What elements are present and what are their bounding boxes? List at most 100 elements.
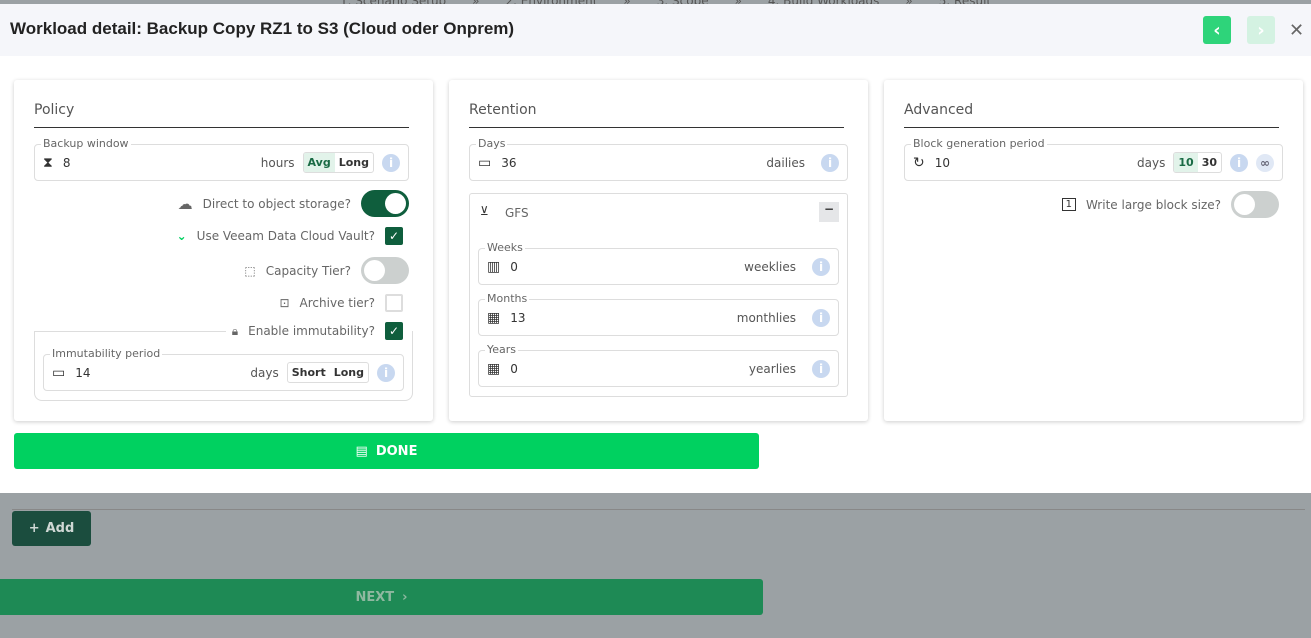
divider xyxy=(34,331,230,332)
divider xyxy=(469,127,844,128)
gfs-icon: ⊻ xyxy=(480,204,489,218)
done-button[interactable]: ▤ DONE xyxy=(14,433,759,469)
field-label: Days xyxy=(476,137,508,150)
months-input[interactable]: 13 xyxy=(510,311,737,325)
info-icon[interactable]: i xyxy=(377,363,395,382)
info-icon[interactable]: i xyxy=(812,257,830,276)
plus-icon: + xyxy=(28,521,40,536)
block-generation-input[interactable]: 10 xyxy=(935,156,1137,170)
panel-title: Retention xyxy=(469,102,537,118)
checkbox-label: Archive tier? xyxy=(299,296,375,310)
divider xyxy=(34,127,409,128)
lock-icon: 🔒︎ xyxy=(231,323,239,338)
days-input[interactable]: 36 xyxy=(501,156,766,170)
unit-label: days xyxy=(250,365,279,380)
info-icon[interactable]: i xyxy=(812,308,830,327)
preset-long[interactable]: Long xyxy=(330,363,368,382)
years-input[interactable]: 0 xyxy=(510,362,749,376)
backup-window-field[interactable]: Backup window ⧗ 8 hours Avg Long i xyxy=(34,137,409,181)
replay-10-icon: ↻ xyxy=(913,154,925,171)
year-calendar-icon: ▦ xyxy=(487,360,501,377)
veeam-logo-icon: ⌄ xyxy=(176,229,187,243)
vdc-vault-checkbox[interactable]: ✓ xyxy=(385,227,403,245)
preset-long[interactable]: Long xyxy=(335,153,373,172)
calendar-icon: ▭ xyxy=(478,154,492,171)
cloud-icon: ☁ xyxy=(177,194,193,213)
toggle-label: Write large block size? xyxy=(1085,197,1221,212)
prev-button[interactable]: ‹ xyxy=(1203,16,1231,44)
immutability-period-input[interactable]: 14 xyxy=(75,366,250,380)
month-calendar-icon: ▦ xyxy=(487,309,501,326)
block-generation-field[interactable]: Block generation period ↻ 10 days 10 30 i… xyxy=(904,137,1283,181)
calendar-icon: ▭ xyxy=(52,364,66,381)
retention-panel: Retention Days ▭ 36 dailies i ⊻ GFS − We… xyxy=(449,80,868,421)
unit-label: hours xyxy=(260,155,295,170)
unit-label: days xyxy=(1137,155,1166,170)
preset-toggle: 10 30 xyxy=(1173,152,1222,173)
field-label: Years xyxy=(485,343,519,356)
toggle-label: Direct to object storage? xyxy=(202,196,351,211)
preset-10[interactable]: 10 xyxy=(1174,153,1198,172)
add-label: Add xyxy=(45,521,75,536)
weeks-field[interactable]: Weeks ▥ 0 weeklies i xyxy=(478,241,839,285)
capacity-tier-row: ⬚ Capacity Tier? xyxy=(244,257,409,284)
preset-30[interactable]: 30 xyxy=(1198,153,1221,172)
immutability-checkbox[interactable]: ✓ xyxy=(385,322,403,340)
info-icon[interactable]: i xyxy=(821,153,839,172)
immutability-row: 🔒︎ Enable immutability? ✓ xyxy=(225,322,403,340)
close-icon[interactable]: ✕ xyxy=(1289,20,1304,41)
preset-toggle: Avg Long xyxy=(302,152,374,173)
field-label: Weeks xyxy=(485,241,525,254)
policy-panel: Policy Backup window ⧗ 8 hours Avg Long i… xyxy=(14,80,433,421)
next-label: NEXT xyxy=(355,589,395,605)
days-field[interactable]: Days ▭ 36 dailies i xyxy=(469,137,848,181)
unit-label: weeklies xyxy=(744,259,796,274)
chevron-right-icon: › xyxy=(402,589,408,605)
direct-to-object-row: ☁ Direct to object storage? xyxy=(178,190,409,217)
weeks-input[interactable]: 0 xyxy=(510,260,744,274)
panel-title: Policy xyxy=(34,102,75,118)
years-field[interactable]: Years ▦ 0 yearlies i xyxy=(478,343,839,387)
modal-header: Workload detail: Backup Copy RZ1 to S3 (… xyxy=(0,4,1311,56)
field-label: Backup window xyxy=(41,137,131,150)
checkbox-label: Use Veeam Data Cloud Vault? xyxy=(196,229,375,243)
unit-label: monthlies xyxy=(736,310,796,325)
gfs-label: GFS xyxy=(505,206,529,220)
hourglass-icon: ⧗ xyxy=(43,154,53,171)
next-button[interactable]: NEXT › xyxy=(0,579,763,615)
panel-title: Advanced xyxy=(904,102,974,118)
week-calendar-icon: ▥ xyxy=(487,258,501,275)
chevron-right-icon: › xyxy=(1257,19,1265,41)
direct-to-object-toggle[interactable] xyxy=(361,190,409,217)
field-label: Months xyxy=(485,292,530,305)
link-icon[interactable]: ∞ xyxy=(1256,153,1274,172)
archive-icon: ⊡ xyxy=(279,296,290,310)
one-box-icon: 1 xyxy=(1061,198,1076,211)
unit-label: dailies xyxy=(766,155,805,170)
workload-detail-modal: Workload detail: Backup Copy RZ1 to S3 (… xyxy=(0,4,1311,493)
info-icon[interactable]: i xyxy=(1230,153,1248,172)
large-block-toggle[interactable] xyxy=(1231,191,1279,218)
gfs-group: ⊻ GFS − Weeks ▥ 0 weeklies i Months ▦ 13… xyxy=(469,193,848,397)
done-label: DONE xyxy=(375,443,418,459)
preset-avg[interactable]: Avg xyxy=(303,153,335,172)
unit-label: yearlies xyxy=(748,361,796,376)
divider xyxy=(904,127,1279,128)
chevron-left-icon: ‹ xyxy=(1213,19,1221,41)
months-field[interactable]: Months ▦ 13 monthlies i xyxy=(478,292,839,336)
next-workload-button[interactable]: › xyxy=(1247,16,1275,44)
vdc-vault-row: ⌄ Use Veeam Data Cloud Vault? ✓ xyxy=(177,227,403,245)
collapse-button[interactable]: − xyxy=(819,202,839,222)
archive-tier-checkbox[interactable] xyxy=(385,294,403,312)
toggle-label: Capacity Tier? xyxy=(265,263,351,278)
preset-short[interactable]: Short xyxy=(288,363,330,382)
backup-window-input[interactable]: 8 xyxy=(63,156,261,170)
capacity-tier-toggle[interactable] xyxy=(361,257,409,284)
info-icon[interactable]: i xyxy=(812,359,830,378)
info-icon[interactable]: i xyxy=(382,153,400,172)
immutability-period-field[interactable]: Immutability period ▭ 14 days Short Long … xyxy=(43,347,404,391)
checklist-icon: ▤ xyxy=(355,443,368,459)
capacity-tier-icon: ⬚ xyxy=(244,263,256,278)
field-label: Immutability period xyxy=(50,347,163,360)
add-button[interactable]: + Add xyxy=(12,511,91,546)
